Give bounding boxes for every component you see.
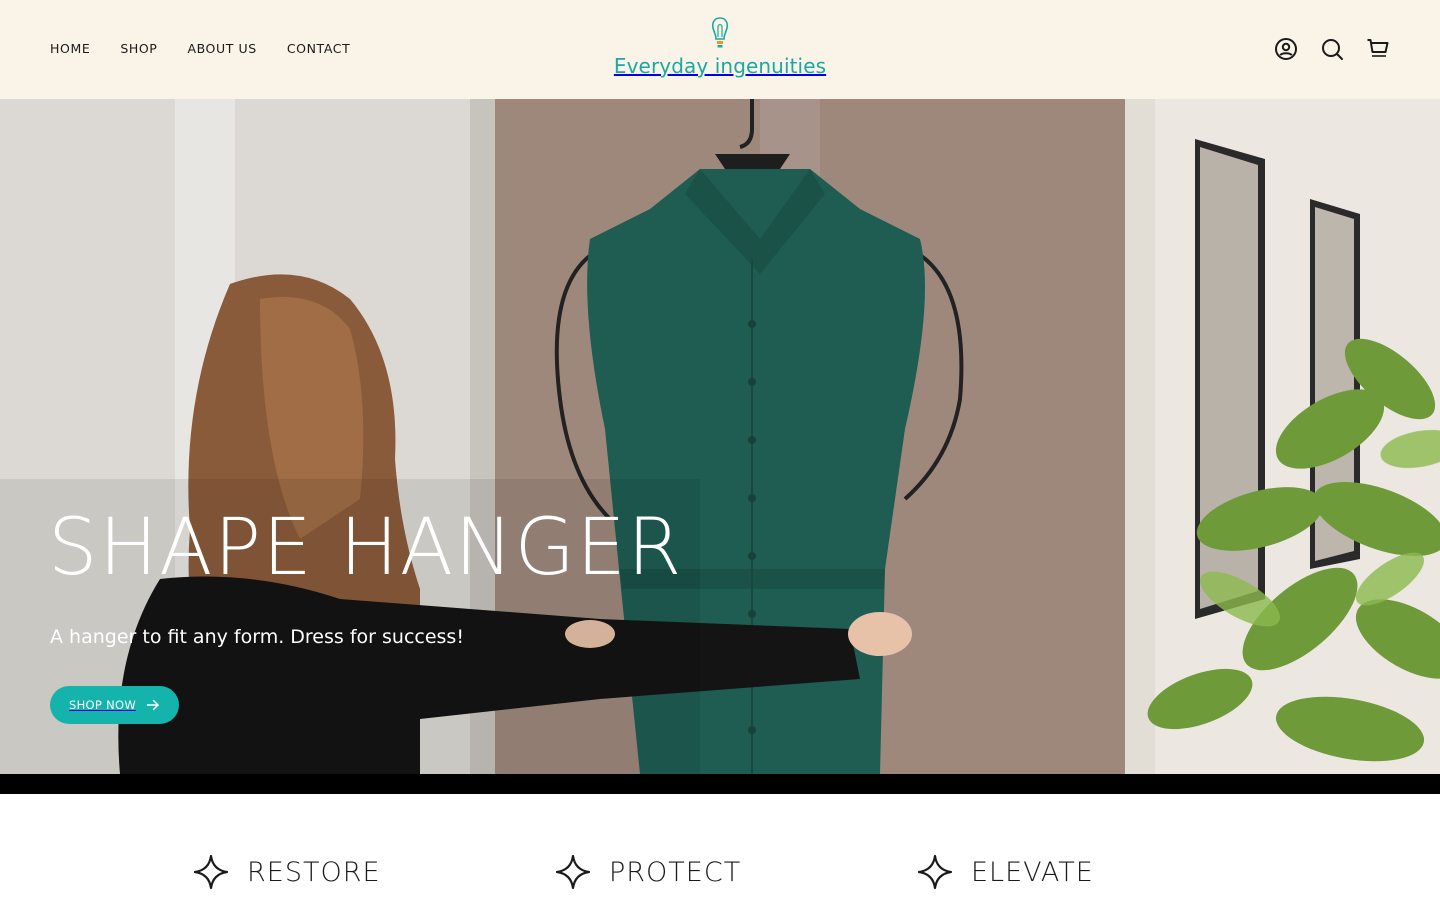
hero-subtitle: A hanger to fit any form. Dress for succ…	[50, 626, 464, 648]
feature-label: RESTORE	[247, 856, 381, 888]
sparkle-icon	[917, 854, 953, 890]
feature-label: ELEVATE	[971, 856, 1094, 888]
nav-home[interactable]: HOME	[50, 41, 90, 56]
feature-protect: PROTECT	[555, 854, 741, 890]
site-logo[interactable]: Everyday ingenuities	[600, 16, 840, 86]
features-row: RESTORE PROTECT ELEVATE	[0, 794, 1440, 900]
arrow-right-icon	[146, 699, 159, 711]
hero-image	[0, 99, 1440, 774]
search-icon[interactable]	[1320, 37, 1344, 61]
logo-text: Everyday ingenuities	[613, 54, 827, 78]
cart-icon[interactable]	[1366, 37, 1390, 61]
hero-title: SHAPE HANGER	[48, 503, 683, 593]
sparkle-icon	[193, 854, 229, 890]
hero-banner: SHAPE HANGER A hanger to fit any form. D…	[0, 99, 1440, 774]
header-icons	[1274, 37, 1390, 61]
shop-now-label: SHOP NOW	[68, 698, 136, 712]
lightbulb-logo-icon	[711, 17, 729, 48]
feature-restore: RESTORE	[193, 854, 381, 890]
sparkle-icon	[555, 854, 591, 890]
nav-about-us[interactable]: ABOUT US	[187, 41, 256, 56]
main-nav: HOME SHOP ABOUT US CONTACT	[50, 41, 350, 56]
feature-elevate: ELEVATE	[917, 854, 1094, 890]
shop-now-button[interactable]: SHOP NOW	[50, 686, 179, 724]
section-divider	[0, 774, 1440, 794]
account-icon[interactable]	[1274, 37, 1298, 61]
nav-shop[interactable]: SHOP	[120, 41, 157, 56]
nav-contact[interactable]: CONTACT	[287, 41, 350, 56]
site-header: HOME SHOP ABOUT US CONTACT Everyday inge…	[0, 0, 1440, 99]
feature-label: PROTECT	[609, 856, 742, 888]
